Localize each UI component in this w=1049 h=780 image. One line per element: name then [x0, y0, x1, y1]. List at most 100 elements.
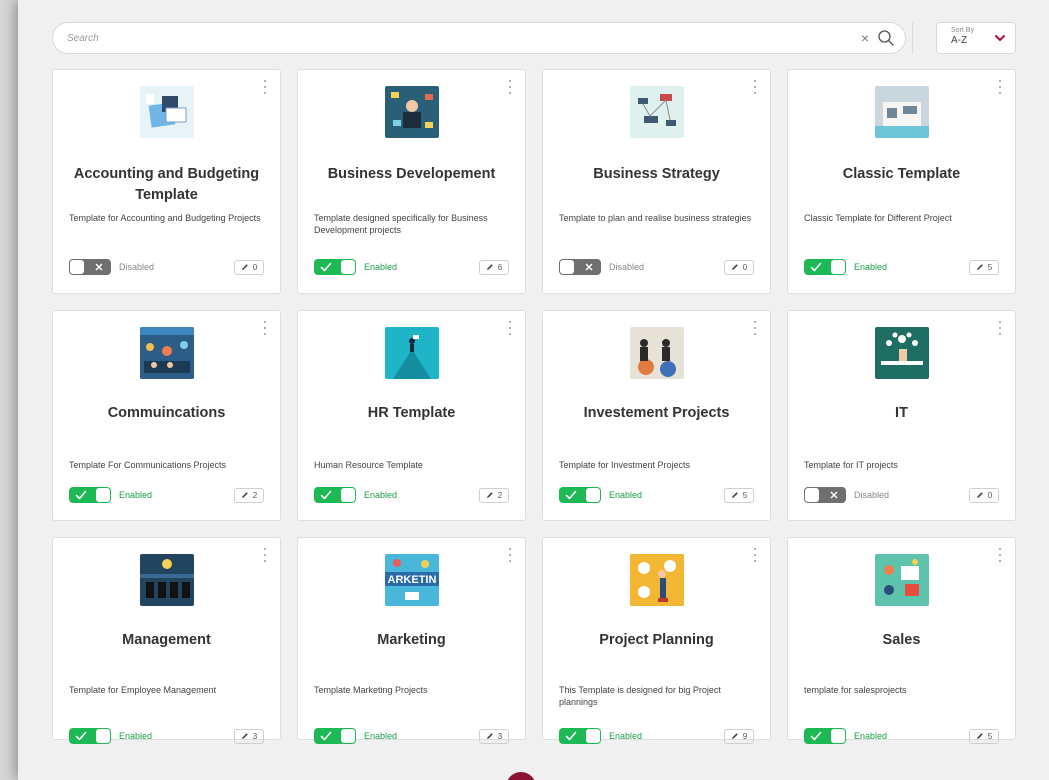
- template-footer: Disabled 0: [69, 258, 264, 276]
- check-icon: [565, 731, 577, 741]
- template-card-sales[interactable]: Sales template for salesprojects Enabled…: [787, 537, 1016, 744]
- check-icon: [810, 731, 822, 741]
- template-title: Business Developement: [327, 166, 496, 182]
- edit-count-button[interactable]: 2: [479, 487, 509, 503]
- edit-count-button[interactable]: 6: [479, 259, 509, 275]
- template-description: Template to plan and realise business st…: [559, 213, 752, 223]
- template-thumbnail: [140, 554, 194, 606]
- status-label: Enabled: [854, 731, 888, 741]
- template-card-business-developement[interactable]: Business Developement Template designed …: [297, 69, 526, 294]
- template-card-investement-projects[interactable]: Investement Projects Template for Invest…: [542, 310, 771, 521]
- status-toggle[interactable]: [314, 487, 356, 503]
- template-description: Template for IT projects: [804, 460, 898, 470]
- template-card-business-strategy[interactable]: Business Strategy Template to plan and r…: [542, 69, 771, 294]
- pencil-icon: [976, 733, 983, 739]
- template-thumbnail: [140, 327, 194, 379]
- more-options-icon[interactable]: [997, 321, 1003, 335]
- status-toggle[interactable]: [804, 259, 846, 275]
- template-thumbnail: [875, 554, 929, 606]
- status-toggle[interactable]: [69, 728, 111, 744]
- template-grid: Accounting and Budgeting Template Templa…: [52, 69, 1016, 744]
- svg-text:ARKETIN: ARKETIN: [388, 574, 437, 586]
- template-card-marketing[interactable]: ARKETIN Marketing Template Marketing Pro…: [297, 537, 526, 744]
- edit-count-button[interactable]: 5: [969, 728, 999, 744]
- status-label: Disabled: [119, 262, 155, 272]
- status-toggle[interactable]: [69, 487, 111, 503]
- pencil-icon: [731, 492, 738, 498]
- status-toggle[interactable]: [804, 487, 846, 503]
- pencil-icon: [976, 264, 983, 270]
- more-options-icon[interactable]: [752, 321, 758, 335]
- more-options-icon[interactable]: [262, 548, 268, 562]
- template-footer: Disabled 0: [804, 486, 999, 504]
- edit-count: 5: [742, 490, 748, 500]
- template-description: Template For Communications Projects: [69, 460, 227, 470]
- edit-count-button[interactable]: 0: [969, 487, 999, 503]
- edit-count: 0: [252, 262, 258, 272]
- edit-count-button[interactable]: 3: [234, 728, 264, 744]
- template-title: Management: [122, 632, 211, 648]
- status-toggle[interactable]: [559, 728, 601, 744]
- status-toggle[interactable]: [314, 259, 356, 275]
- status-toggle[interactable]: [559, 259, 601, 275]
- pencil-icon: [486, 264, 493, 270]
- template-thumbnail: ARKETIN: [385, 554, 439, 606]
- more-options-icon[interactable]: [752, 80, 758, 94]
- search-bar[interactable]: ×: [52, 22, 906, 54]
- template-description: Human Resource Template: [314, 460, 423, 470]
- template-thumbnail: [875, 86, 929, 138]
- check-icon: [320, 731, 332, 741]
- pencil-icon: [976, 492, 983, 498]
- chevron-down-icon[interactable]: [994, 32, 1006, 44]
- search-icon[interactable]: [877, 29, 895, 47]
- search-input[interactable]: [67, 32, 861, 44]
- more-options-icon[interactable]: [507, 80, 513, 94]
- pencil-icon: [241, 492, 248, 498]
- status-toggle[interactable]: [559, 487, 601, 503]
- edit-count-button[interactable]: 0: [724, 259, 754, 275]
- edit-count: 9: [742, 731, 748, 741]
- template-card-hr-template[interactable]: HR Template Human Resource Template Enab…: [297, 310, 526, 521]
- template-card-management[interactable]: Management Template for Employee Managem…: [52, 537, 281, 744]
- status-toggle[interactable]: [314, 728, 356, 744]
- template-thumbnail: [630, 327, 684, 379]
- template-card-accounting-and-budgeting-template[interactable]: Accounting and Budgeting Template Templa…: [52, 69, 281, 294]
- edit-count-button[interactable]: 2: [234, 487, 264, 503]
- template-description: Template for Employee Management: [69, 685, 217, 695]
- template-title: Marketing: [377, 632, 446, 648]
- template-description: Classic Template for Different Project: [804, 213, 952, 223]
- add-template-button[interactable]: [506, 772, 536, 780]
- edit-count-button[interactable]: 3: [479, 728, 509, 744]
- more-options-icon[interactable]: [507, 321, 513, 335]
- template-card-project-planning[interactable]: Project Planning This Template is design…: [542, 537, 771, 744]
- status-toggle[interactable]: [804, 728, 846, 744]
- template-footer: Enabled 5: [559, 486, 754, 504]
- more-options-icon[interactable]: [752, 548, 758, 562]
- more-options-icon[interactable]: [262, 321, 268, 335]
- close-icon[interactable]: ×: [861, 31, 869, 45]
- pencil-icon: [731, 264, 738, 270]
- edit-count-button[interactable]: 5: [724, 487, 754, 503]
- sort-dropdown[interactable]: Sort By A-Z: [936, 22, 1016, 54]
- check-icon: [75, 731, 87, 741]
- template-footer: Enabled 5: [804, 258, 999, 276]
- template-footer: Enabled 6: [314, 258, 509, 276]
- edit-count-button[interactable]: 5: [969, 259, 999, 275]
- edit-count: 0: [987, 490, 993, 500]
- template-thumbnail: [385, 327, 439, 379]
- more-options-icon[interactable]: [997, 80, 1003, 94]
- more-options-icon[interactable]: [262, 80, 268, 94]
- edit-count: 2: [497, 490, 503, 500]
- template-card-classic-template[interactable]: Classic Template Classic Template for Di…: [787, 69, 1016, 294]
- template-card-commuincations[interactable]: Commuincations Template For Communicatio…: [52, 310, 281, 521]
- more-options-icon[interactable]: [507, 548, 513, 562]
- status-label: Enabled: [854, 262, 888, 272]
- templates-window: × Sort By A-Z Accounting and Budgeting T…: [18, 0, 1049, 780]
- more-options-icon[interactable]: [997, 548, 1003, 562]
- edit-count-button[interactable]: 9: [724, 728, 754, 744]
- template-card-it[interactable]: IT Template for IT projects Disabled 0: [787, 310, 1016, 521]
- template-title: Commuincations: [107, 405, 226, 421]
- template-title: IT: [895, 405, 908, 421]
- status-toggle[interactable]: [69, 259, 111, 275]
- edit-count-button[interactable]: 0: [234, 259, 264, 275]
